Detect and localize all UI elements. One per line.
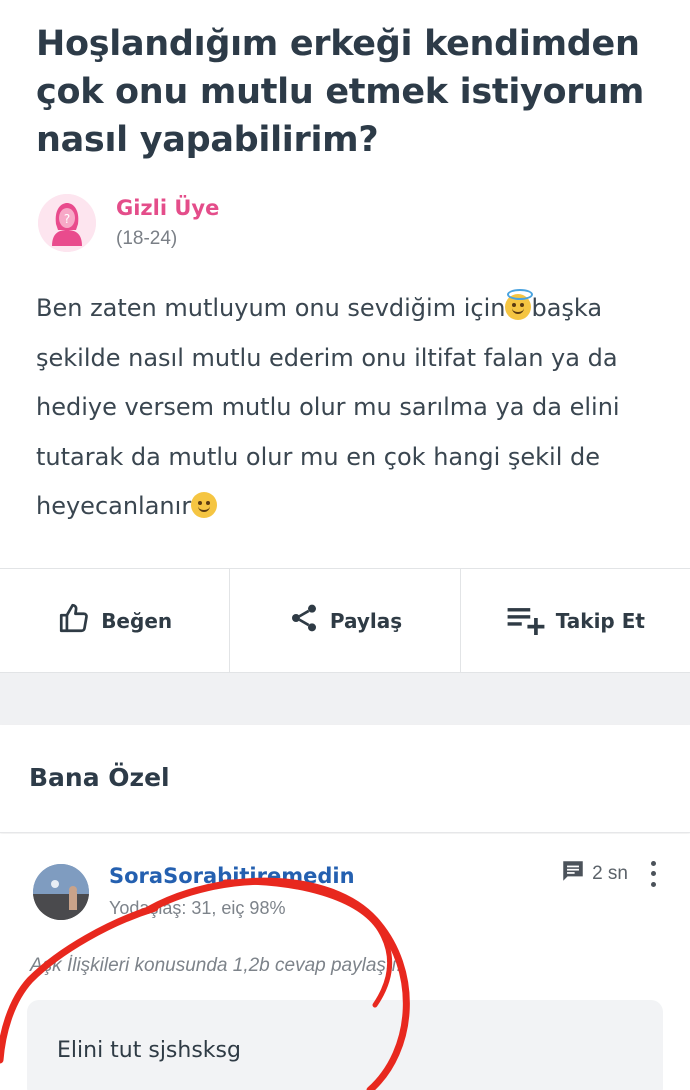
thumbs-up-icon [57,601,91,640]
smiling-halo-emoji-icon [505,289,534,320]
answer-username[interactable]: SoraSorabitiremedin [109,864,355,888]
share-icon [288,602,320,639]
answer-user-meta: Yodaşlaş: 31, eiç 98% [109,898,286,918]
answer-topic: Aşk İlişkileri konusunda 1,2b cevap payl… [30,955,402,976]
question-body: Ben zaten mutluyum onu sevdiğim için başk… [36,284,656,532]
section-divider [0,673,690,725]
share-button[interactable]: Paylaş [230,569,461,672]
svg-text:?: ? [64,212,70,226]
like-label: Beğen [101,608,173,633]
question-actions: Beğen Paylaş Takip Et [0,568,690,673]
question-body-part1: Ben zaten mutluyum onu sevdiğim için [36,294,506,322]
section-title: Bana Özel [29,763,170,792]
section-header: Bana Özel [0,725,690,833]
question-body-part2: başka şekilde nasıl mutlu ederim onu ilt… [36,294,620,520]
answer-time: 2 sn [592,862,628,884]
like-button[interactable]: Beğen [0,569,231,672]
follow-button[interactable]: Takip Et [461,569,690,672]
follow-label: Takip Et [555,608,645,633]
anonymous-female-icon: ? [38,194,96,252]
answer-meta-right: 2 sn [560,858,660,889]
answer-bubble: Elini tut sjshsksg [27,1000,663,1090]
slight-smile-emoji-icon [191,492,218,518]
author-age: (18-24) [116,228,178,249]
question-title: Hoşlandığım erkeği kendimden çok onu mut… [36,24,645,160]
playlist-add-icon [506,601,546,640]
answer-text: Elini tut sjshsksg [57,1038,241,1063]
comment-icon [560,858,586,889]
avatar[interactable] [33,864,89,920]
more-options-icon[interactable] [646,860,660,887]
answer-card: SoraSorabitiremedin Yodaşlaş: 31, eiç 98… [0,834,690,1090]
share-label: Paylaş [329,608,403,633]
question-author[interactable]: ? Gizli Üye (18-24) [38,194,338,254]
author-name[interactable]: Gizli Üye [116,196,219,220]
